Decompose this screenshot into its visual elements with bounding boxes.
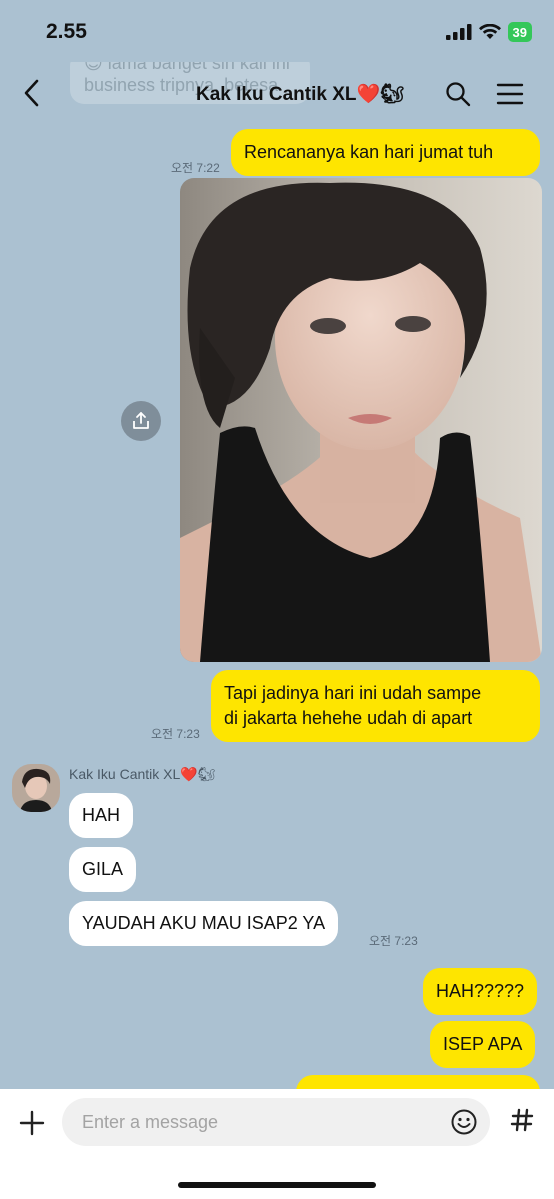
message-timestamp: 오전 7:23 xyxy=(369,934,418,948)
share-upload-icon xyxy=(133,412,149,429)
message-text: HAH????? xyxy=(436,981,525,1001)
avatar[interactable] xyxy=(12,764,60,812)
photo-message[interactable] xyxy=(180,178,542,662)
search-icon xyxy=(446,82,471,107)
home-indicator xyxy=(178,1182,376,1188)
my-message-bubble[interactable]: Rencananya kan hari jumat tuh xyxy=(231,129,540,176)
my-message-bubble[interactable]: HAH????? xyxy=(423,968,538,1015)
message-text: YAUDAH AKU MAU ISAP2 YA xyxy=(82,913,326,933)
their-message-bubble[interactable]: HAH xyxy=(69,793,134,838)
my-message-bubble[interactable]: Tapi jadinya hari ini udah sampe di jaka… xyxy=(211,670,540,742)
message-text: GILA xyxy=(82,859,124,879)
chevron-left-icon xyxy=(24,79,39,107)
my-message-bubble[interactable]: ISEP APA xyxy=(430,1021,536,1068)
message-text: ISEP APA xyxy=(443,1034,523,1054)
hashtag-icon xyxy=(510,1108,534,1132)
chat-header: Kak Iku Cantik XL❤️🐿 xyxy=(0,62,554,126)
wifi-icon xyxy=(478,24,501,39)
avatar-photo xyxy=(12,764,60,812)
message-input[interactable] xyxy=(62,1098,490,1146)
back-button[interactable] xyxy=(16,76,46,110)
attach-button[interactable] xyxy=(18,1109,46,1137)
battery-badge: 39 xyxy=(507,22,532,42)
hamburger-menu-icon xyxy=(496,83,524,105)
chat-title: Kak Iku Cantik XL❤️🐿 xyxy=(196,84,405,105)
message-text: Rencananya kan hari jumat tuh xyxy=(244,142,494,162)
search-button[interactable] xyxy=(444,80,472,108)
message-text-line: di jakarta hehehe udah di apart xyxy=(224,708,473,728)
smiley-icon xyxy=(451,1109,477,1135)
menu-button[interactable] xyxy=(496,80,524,108)
sender-name: Kak Iku Cantik XL❤️🐿 xyxy=(69,766,216,782)
emoji-button[interactable] xyxy=(450,1108,478,1136)
plus-icon xyxy=(19,1110,45,1136)
status-bar: 2.55 39 xyxy=(0,0,554,62)
status-icons: 39 xyxy=(445,22,532,42)
status-time: 2.55 xyxy=(46,20,87,43)
message-text-line: Tapi jadinya hari ini udah sampe xyxy=(224,683,482,703)
their-message-bubble[interactable]: YAUDAH AKU MAU ISAP2 YA xyxy=(69,901,339,946)
message-timestamp: 오전 7:23 xyxy=(151,727,200,741)
message-timestamp: 오전 7:22 xyxy=(171,161,220,175)
share-button[interactable] xyxy=(121,401,161,441)
their-message-bubble[interactable]: GILA xyxy=(69,847,137,892)
signal-icon xyxy=(445,24,472,40)
selfie-photo xyxy=(180,178,542,662)
message-text: HAH xyxy=(82,805,121,825)
message-composer xyxy=(0,1089,554,1199)
hashtag-search-button[interactable] xyxy=(508,1108,536,1136)
